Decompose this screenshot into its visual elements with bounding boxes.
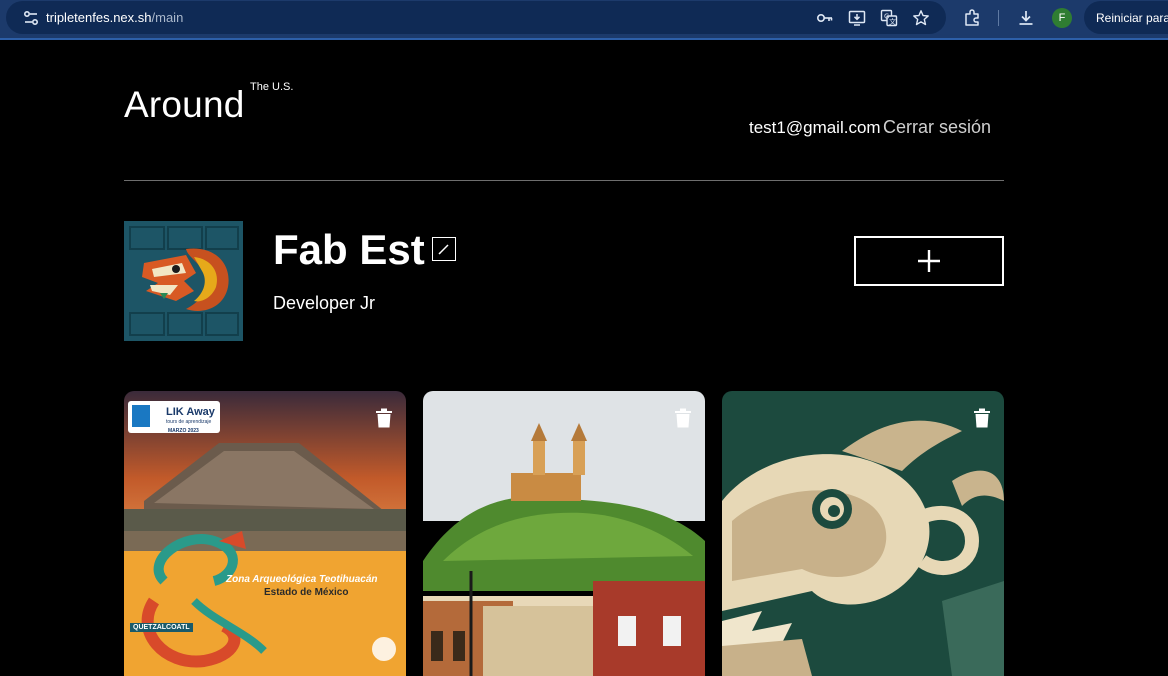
translate-icon[interactable]: G 文 bbox=[880, 9, 898, 27]
card-zone-label: Zona Arqueológica Teotihuacán bbox=[226, 574, 378, 585]
profile-name: Fab Est bbox=[273, 226, 425, 273]
svg-text:文: 文 bbox=[889, 17, 896, 26]
profile-avatar-chip[interactable]: F bbox=[1052, 8, 1072, 28]
card-badge-title: LIK Away bbox=[166, 406, 215, 418]
download-icon[interactable] bbox=[1016, 8, 1036, 28]
trash-icon[interactable] bbox=[674, 408, 692, 428]
restart-button[interactable]: Reiniciar para bbox=[1084, 1, 1168, 34]
card-badge-subtitle: tours de aprendizaje bbox=[166, 419, 212, 425]
url-text[interactable]: tripletenfes.nex.sh/main bbox=[46, 10, 183, 25]
card-serpent[interactable] bbox=[722, 391, 1004, 676]
card-image bbox=[423, 391, 705, 676]
logo-superscript: The U.S. bbox=[250, 81, 294, 93]
card-badge-date: MARZO 2023 bbox=[168, 428, 199, 434]
card-state-label: Estado de México bbox=[264, 587, 349, 598]
profile-job: Developer Jr bbox=[273, 293, 376, 313]
logout-link[interactable]: Cerrar sesión bbox=[883, 117, 991, 138]
profile-avatar[interactable] bbox=[124, 221, 243, 341]
quetzalcoatl-avatar-image bbox=[124, 221, 243, 341]
card-teotihuacan[interactable]: LIK Away tours de aprendizaje MARZO 2023… bbox=[124, 391, 406, 676]
user-email: test1@gmail.com bbox=[749, 118, 881, 137]
card-image bbox=[722, 391, 1004, 676]
password-key-icon[interactable] bbox=[816, 9, 834, 27]
extensions-puzzle-icon[interactable] bbox=[962, 8, 982, 28]
address-bar[interactable]: tripletenfes.nex.sh/main G 文 bbox=[6, 1, 946, 34]
logo: Around bbox=[124, 84, 245, 125]
card-cholula[interactable] bbox=[423, 391, 705, 676]
trash-icon[interactable] bbox=[375, 408, 393, 428]
card-image bbox=[124, 391, 406, 676]
trash-icon[interactable] bbox=[973, 408, 991, 428]
site-settings-icon[interactable] bbox=[22, 9, 40, 27]
header-divider bbox=[124, 180, 1004, 181]
edit-profile-button[interactable] bbox=[432, 237, 456, 261]
toolbar-separator bbox=[998, 10, 999, 26]
install-app-icon[interactable] bbox=[848, 9, 866, 27]
plus-icon bbox=[918, 250, 940, 272]
browser-toolbar: tripletenfes.nex.sh/main G 文 F Reiniciar bbox=[0, 0, 1168, 40]
bookmark-star-icon[interactable] bbox=[912, 9, 930, 27]
pencil-icon bbox=[438, 244, 449, 255]
add-card-button[interactable] bbox=[854, 236, 1004, 286]
card-tag-label: QUETZALCOATL bbox=[130, 623, 193, 632]
